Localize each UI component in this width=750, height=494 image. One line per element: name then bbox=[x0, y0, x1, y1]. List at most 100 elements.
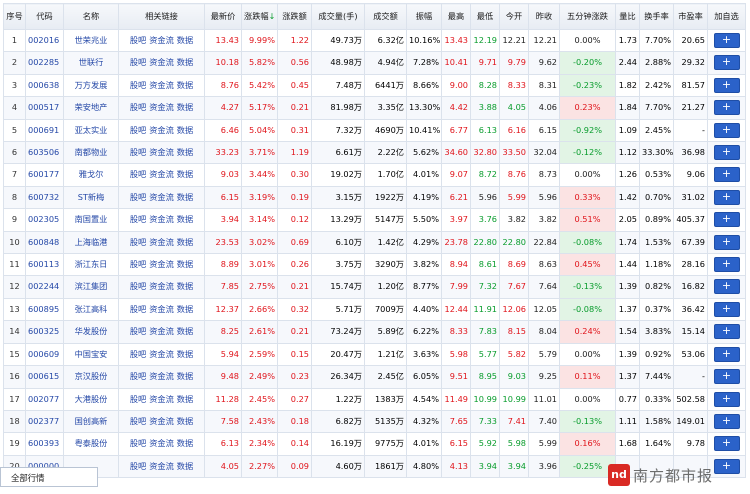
column-header-16[interactable]: 换手率 bbox=[639, 3, 674, 30]
cell-code[interactable]: 002016 bbox=[25, 28, 64, 53]
add-watchlist-button[interactable]: + bbox=[713, 212, 740, 228]
link-fund-flow[interactable]: 资金流 bbox=[149, 214, 174, 224]
link-guba[interactable]: 股吧 bbox=[130, 281, 146, 291]
table-row[interactable]: 4 000517 荣安地产 股吧 资金流 数据 4.27 5.17% 0.21 81.98万 3.3… bbox=[3, 96, 746, 120]
link-fund-flow[interactable]: 资金流 bbox=[149, 304, 174, 314]
link-fund-flow[interactable]: 资金流 bbox=[149, 35, 174, 45]
cell-name[interactable]: 世荣兆业 bbox=[63, 28, 119, 53]
link-guba[interactable]: 股吧 bbox=[130, 192, 146, 202]
cell-name[interactable]: 南国置业 bbox=[63, 208, 119, 232]
column-header-15[interactable]: 量比 bbox=[615, 3, 640, 30]
link-fund-flow[interactable]: 资金流 bbox=[149, 371, 174, 381]
column-header-17[interactable]: 市盈率 bbox=[673, 3, 708, 30]
cell-code[interactable]: 603506 bbox=[25, 141, 64, 165]
cell-code[interactable]: 600732 bbox=[25, 185, 64, 210]
table-row[interactable]: 8 600732 ST新梅 股吧 资金流 数据 6.15 3.19% 0.19 3.15万 1922… bbox=[3, 185, 746, 210]
link-fund-flow[interactable]: 资金流 bbox=[149, 80, 174, 90]
cell-name[interactable]: 中国宝安 bbox=[63, 342, 119, 367]
link-guba[interactable]: 股吧 bbox=[130, 304, 146, 314]
add-watchlist-button[interactable]: + bbox=[713, 167, 740, 183]
table-row[interactable]: 17 002077 大港股份 股吧 资金流 数据 11.28 2.45% 0.27 1.22万 13… bbox=[3, 387, 746, 411]
add-watchlist-button[interactable]: + bbox=[713, 301, 740, 317]
cell-code[interactable]: 002305 bbox=[25, 208, 64, 232]
link-guba[interactable]: 股吧 bbox=[130, 349, 146, 359]
cell-name[interactable]: 张江高科 bbox=[63, 297, 119, 322]
link-data[interactable]: 数据 bbox=[177, 259, 193, 269]
cell-code[interactable]: 600113 bbox=[25, 253, 64, 277]
cell-name[interactable]: 浙江东日 bbox=[63, 253, 119, 277]
cell-code[interactable]: 600848 bbox=[25, 230, 64, 255]
column-header-1[interactable]: 代码 bbox=[25, 3, 64, 30]
cell-code[interactable]: 000638 bbox=[25, 73, 64, 98]
column-header-13[interactable]: 昨收 bbox=[528, 3, 560, 30]
cell-name[interactable]: 上海临港 bbox=[63, 230, 119, 255]
cell-name[interactable]: 世联行 bbox=[63, 51, 119, 75]
link-data[interactable]: 数据 bbox=[177, 416, 193, 426]
link-guba[interactable]: 股吧 bbox=[130, 371, 146, 381]
add-watchlist-button[interactable]: + bbox=[713, 391, 740, 407]
add-watchlist-button[interactable]: + bbox=[713, 189, 740, 205]
add-watchlist-button[interactable]: + bbox=[713, 346, 740, 362]
cell-code[interactable]: 002285 bbox=[25, 51, 64, 75]
add-watchlist-button[interactable]: + bbox=[713, 122, 740, 138]
column-header-3[interactable]: 相关链接 bbox=[118, 3, 205, 30]
cell-name[interactable]: ST新梅 bbox=[63, 185, 119, 210]
table-row[interactable]: 12 002244 滨江集团 股吧 资金流 数据 7.85 2.75% 0.21 15.74万 1.… bbox=[3, 275, 746, 299]
link-fund-flow[interactable]: 资金流 bbox=[149, 394, 174, 404]
cell-name[interactable]: 南都物业 bbox=[63, 141, 119, 165]
add-watchlist-button[interactable]: + bbox=[713, 55, 740, 71]
link-data[interactable]: 数据 bbox=[177, 102, 193, 112]
link-guba[interactable]: 股吧 bbox=[130, 259, 146, 269]
link-guba[interactable]: 股吧 bbox=[130, 237, 146, 247]
link-guba[interactable]: 股吧 bbox=[130, 416, 146, 426]
link-guba[interactable]: 股吧 bbox=[130, 326, 146, 336]
add-watchlist-button[interactable]: + bbox=[713, 458, 740, 474]
column-header-18[interactable]: 加自选 bbox=[707, 3, 746, 30]
table-row[interactable]: 9 002305 南国置业 股吧 资金流 数据 3.94 3.14% 0.12 13.29万 514… bbox=[3, 208, 746, 232]
column-header-9[interactable]: 振幅 bbox=[406, 3, 442, 30]
add-watchlist-button[interactable]: + bbox=[713, 234, 740, 250]
link-fund-flow[interactable]: 资金流 bbox=[149, 192, 174, 202]
table-row[interactable]: 19 600393 粤泰股份 股吧 资金流 数据 6.13 2.34% 0.14 16.19万 97… bbox=[3, 432, 746, 456]
column-header-0[interactable]: 序号 bbox=[3, 3, 26, 30]
add-watchlist-button[interactable]: + bbox=[713, 33, 740, 48]
link-guba[interactable]: 股吧 bbox=[130, 125, 146, 135]
link-guba[interactable]: 股吧 bbox=[130, 80, 146, 90]
table-row[interactable]: 16 000615 京汉股份 股吧 资金流 数据 9.48 2.49% 0.23 26.34万 2.… bbox=[3, 365, 746, 389]
link-fund-flow[interactable]: 资金流 bbox=[149, 57, 174, 67]
column-header-8[interactable]: 成交额 bbox=[364, 3, 407, 30]
link-guba[interactable]: 股吧 bbox=[130, 57, 146, 67]
link-fund-flow[interactable]: 资金流 bbox=[149, 461, 174, 471]
link-fund-flow[interactable]: 资金流 bbox=[149, 169, 174, 179]
link-fund-flow[interactable]: 资金流 bbox=[149, 147, 174, 157]
cell-code[interactable]: 600325 bbox=[25, 320, 64, 344]
column-header-7[interactable]: 成交量(手) bbox=[311, 3, 365, 30]
add-watchlist-button[interactable]: + bbox=[713, 369, 740, 385]
add-watchlist-button[interactable]: + bbox=[713, 413, 740, 429]
table-row[interactable]: 18 002377 国创高新 股吧 资金流 数据 7.58 2.43% 0.18 6.82万 513… bbox=[3, 409, 746, 434]
link-data[interactable]: 数据 bbox=[177, 304, 193, 314]
link-data[interactable]: 数据 bbox=[177, 438, 193, 448]
link-fund-flow[interactable]: 资金流 bbox=[149, 237, 174, 247]
link-fund-flow[interactable]: 资金流 bbox=[149, 259, 174, 269]
cell-name[interactable]: 雅戈尔 bbox=[63, 163, 119, 187]
table-row[interactable]: 13 600895 张江高科 股吧 资金流 数据 12.37 2.66% 0.32 5.71万 70… bbox=[3, 297, 746, 322]
cell-name[interactable]: 粤泰股份 bbox=[63, 432, 119, 456]
column-header-10[interactable]: 最高 bbox=[441, 3, 471, 30]
cell-code[interactable]: 000609 bbox=[25, 342, 64, 367]
column-header-14[interactable]: 五分钟涨跌 bbox=[559, 3, 616, 30]
cell-name[interactable]: 万方发展 bbox=[63, 73, 119, 98]
link-fund-flow[interactable]: 资金流 bbox=[149, 416, 174, 426]
link-guba[interactable]: 股吧 bbox=[130, 35, 146, 45]
table-row[interactable]: 15 000609 中国宝安 股吧 资金流 数据 5.94 2.59% 0.15 20.47万 1.… bbox=[3, 342, 746, 367]
link-guba[interactable]: 股吧 bbox=[130, 394, 146, 404]
link-guba[interactable]: 股吧 bbox=[130, 438, 146, 448]
link-guba[interactable]: 股吧 bbox=[130, 102, 146, 112]
link-data[interactable]: 数据 bbox=[177, 80, 193, 90]
link-data[interactable]: 数据 bbox=[177, 192, 193, 202]
add-watchlist-button[interactable]: + bbox=[713, 436, 740, 452]
column-header-5[interactable]: 涨跌幅↓ bbox=[241, 3, 278, 30]
link-guba[interactable]: 股吧 bbox=[130, 147, 146, 157]
table-row[interactable]: 14 600325 华发股份 股吧 资金流 数据 8.25 2.61% 0.21 73.24万 5.… bbox=[3, 320, 746, 344]
cell-name[interactable]: 京汉股份 bbox=[63, 365, 119, 389]
